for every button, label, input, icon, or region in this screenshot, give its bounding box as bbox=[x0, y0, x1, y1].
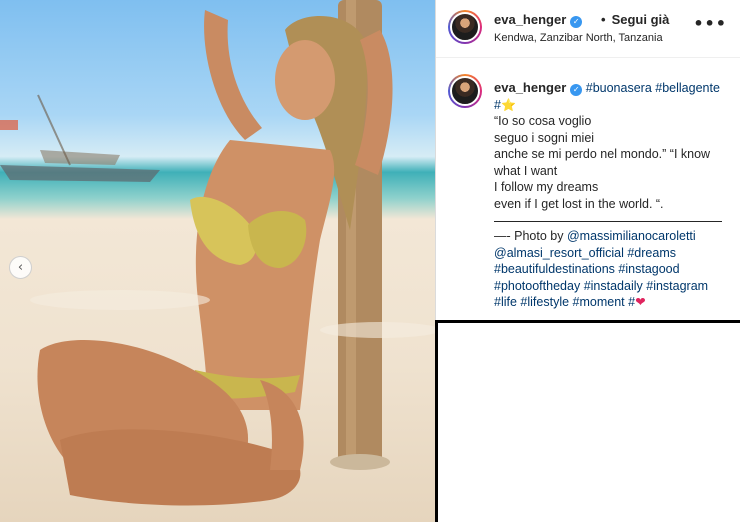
hashtag-link[interactable]: #bellagente bbox=[655, 81, 720, 95]
caption-line: I follow my dreams bbox=[494, 180, 599, 194]
hashtag-link[interactable]: #instadaily bbox=[584, 279, 643, 293]
blank-area bbox=[435, 320, 740, 522]
hashtag-link[interactable]: #lifestyle bbox=[520, 295, 569, 309]
hashtag-link[interactable]: #buonasera bbox=[586, 81, 652, 95]
carousel-prev-button[interactable]: ‹ bbox=[9, 256, 32, 279]
caption-line: what I want bbox=[494, 163, 558, 178]
caption-divider bbox=[494, 214, 722, 222]
photo-credit-prefix: —- Photo by bbox=[494, 229, 564, 243]
heart-icon: ❤ bbox=[635, 294, 646, 309]
hashtag-link[interactable]: #life bbox=[494, 295, 517, 309]
more-options-icon[interactable]: ••• bbox=[693, 14, 727, 33]
caption: eva_henger ✓ #buonasera #bellagente #⭐ “I… bbox=[494, 80, 730, 311]
caption-line: even if I get lost in the world. “. bbox=[494, 196, 664, 211]
mention-link[interactable]: @massimilianocaroletti bbox=[567, 229, 696, 243]
avatar[interactable] bbox=[448, 10, 482, 44]
hashtag-link[interactable]: #beautifuldestinations bbox=[494, 262, 615, 276]
caption-line: anche se mi perdo nel mondo.” “I know bbox=[494, 147, 711, 161]
star-icon: ⭐ bbox=[500, 97, 516, 112]
caption-avatar[interactable] bbox=[448, 74, 482, 108]
caption-username[interactable]: eva_henger bbox=[494, 80, 566, 95]
hashtag-link[interactable]: #moment bbox=[573, 295, 625, 309]
post-side-panel: eva_henger ✓ • Segui già Kendwa, Zanzibar … bbox=[435, 0, 740, 320]
hashtag-link[interactable]: #instagood bbox=[618, 262, 679, 276]
chevron-left-icon: ‹ bbox=[17, 260, 24, 275]
header-username[interactable]: eva_henger ✓ bbox=[494, 12, 583, 28]
beach-scene-image bbox=[0, 0, 435, 506]
hashtag-link[interactable]: # bbox=[494, 98, 501, 112]
hashtag-link[interactable]: #instagram bbox=[646, 279, 708, 293]
verified-badge-icon: ✓ bbox=[570, 16, 583, 28]
location-link[interactable]: Kendwa, Zanzibar North, Tanzania bbox=[494, 32, 663, 44]
post-photo[interactable]: ‹ bbox=[0, 0, 435, 522]
caption-line: “Io so cosa voglio bbox=[494, 114, 592, 128]
caption-line: seguo i sogni miei bbox=[494, 130, 595, 145]
separator-dot: • bbox=[601, 12, 606, 27]
follow-button[interactable]: • Segui già bbox=[601, 12, 669, 27]
hashtag-link[interactable]: #dreams bbox=[627, 246, 676, 260]
hashtag-link[interactable]: #photooftheday bbox=[494, 279, 580, 293]
post-header: eva_henger ✓ • Segui già Kendwa, Zanzibar … bbox=[436, 0, 740, 58]
username-text[interactable]: eva_henger bbox=[494, 12, 566, 27]
follow-label[interactable]: Segui già bbox=[612, 12, 670, 27]
verified-badge-icon: ✓ bbox=[570, 84, 583, 96]
mention-link[interactable]: @almasi_resort_official bbox=[494, 246, 624, 260]
